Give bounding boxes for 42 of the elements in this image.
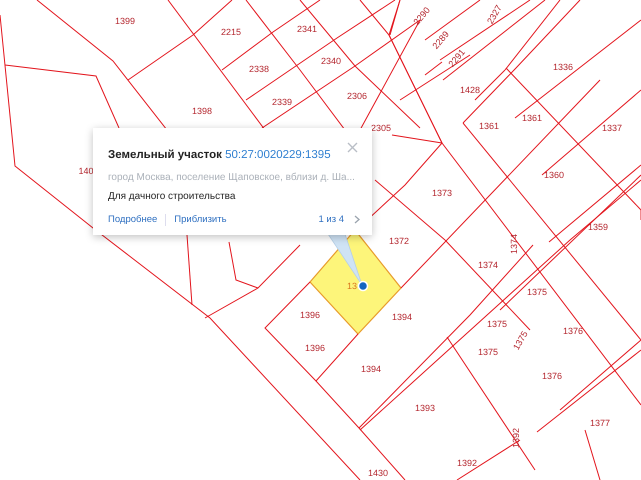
parcel-number: 2306 bbox=[346, 91, 368, 101]
parcel-address: город Москва, поселение Щаповское, вблизи д. Ша... bbox=[108, 171, 356, 185]
parcel-number: 1375 bbox=[526, 287, 548, 297]
details-link[interactable]: Подробнее bbox=[108, 212, 158, 227]
parcel-number: 1376 bbox=[542, 371, 562, 381]
parcel-number: 1396 bbox=[304, 343, 326, 353]
parcel-number: 1375 bbox=[486, 319, 508, 329]
parcel-number: 2339 bbox=[272, 97, 292, 107]
parcel-number: 1359 bbox=[588, 222, 608, 232]
parcel-number: 1392 bbox=[456, 458, 478, 468]
parcel-number: 1394 bbox=[360, 364, 382, 374]
parcel-number: 1372 bbox=[388, 236, 410, 246]
parcel-number: 1393 bbox=[414, 403, 436, 413]
parcel-number: 2338 bbox=[248, 64, 270, 74]
parcel-number: 1392 bbox=[511, 428, 521, 448]
parcel-number: 1337 bbox=[602, 123, 622, 133]
parcel-number: 1377 bbox=[590, 418, 610, 428]
parcel-number: 1430 bbox=[368, 468, 388, 478]
parcel-number: 1398 bbox=[192, 106, 212, 116]
parcel-number: 1336 bbox=[552, 62, 574, 72]
parcel-number: 13 bbox=[347, 281, 357, 291]
parcel-number: 1394 bbox=[392, 312, 412, 322]
parcel-number: 1360 bbox=[544, 170, 564, 180]
parcel-number: 1376 bbox=[562, 326, 584, 336]
parcel-number: 140 bbox=[78, 166, 94, 176]
parcel-purpose: Для дачного строительства bbox=[108, 190, 236, 204]
parcel-number: 1399 bbox=[114, 16, 136, 26]
parcel-number: 1361 bbox=[522, 113, 542, 123]
parcel-number: 2341 bbox=[296, 24, 318, 34]
parcel-number: 1374 bbox=[478, 260, 498, 270]
parcel-number: 1374 bbox=[509, 234, 519, 254]
parcel-number: 2215 bbox=[220, 27, 242, 37]
parcel-number: 2305 bbox=[370, 123, 392, 133]
parcel-title: Земельный участок 50:27:0020229:1395 bbox=[108, 148, 331, 163]
parcel-number: 1373 bbox=[432, 188, 452, 198]
parcel-number: 1361 bbox=[478, 121, 500, 131]
parcel-number: 2340 bbox=[320, 56, 342, 66]
parcel-number: 1428 bbox=[460, 85, 480, 95]
parcel-number: 1396 bbox=[300, 310, 320, 320]
zoom-in-link[interactable]: Приблизить bbox=[174, 212, 227, 227]
page-counter: 1 из 4 bbox=[318, 212, 344, 227]
parcel-number: 1375 bbox=[478, 347, 498, 357]
